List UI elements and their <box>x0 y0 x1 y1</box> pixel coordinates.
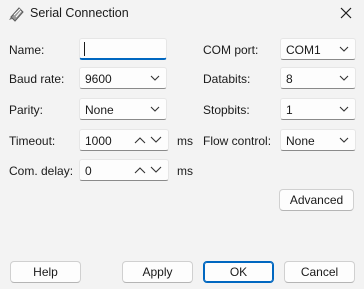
close-button[interactable] <box>330 0 364 28</box>
apply-button[interactable]: Apply <box>122 261 193 283</box>
name-label: Name: <box>9 43 45 57</box>
chevron-down-icon <box>150 106 160 112</box>
flow-control-value: None <box>286 134 315 148</box>
chevron-down-icon <box>339 137 349 143</box>
name-input[interactable] <box>79 38 167 60</box>
databits-value: 8 <box>286 72 293 86</box>
chevron-down-icon <box>339 46 349 52</box>
advanced-button[interactable]: Advanced <box>279 189 354 211</box>
text-caret <box>84 42 85 56</box>
chevron-down-icon[interactable] <box>150 136 162 144</box>
timeout-unit: ms <box>177 134 193 148</box>
com-delay-value: 0 <box>85 164 92 178</box>
close-icon <box>340 7 352 19</box>
window-title: Serial Connection <box>30 6 129 20</box>
com-port-label: COM port: <box>203 43 259 57</box>
chevron-down-icon <box>150 75 160 81</box>
serial-connection-icon <box>8 5 26 23</box>
baud-rate-select[interactable]: 9600 <box>79 67 167 89</box>
com-port-select[interactable]: COM1 <box>280 38 356 60</box>
chevron-up-icon[interactable] <box>134 166 146 174</box>
databits-select[interactable]: 8 <box>280 67 356 89</box>
stopbits-label: Stopbits: <box>203 103 250 117</box>
baud-rate-label: Baud rate: <box>9 72 65 86</box>
chevron-down-icon <box>339 106 349 112</box>
parity-label: Parity: <box>9 103 44 117</box>
chevron-down-icon[interactable] <box>150 166 162 174</box>
timeout-value: 1000 <box>85 134 112 148</box>
timeout-spinbox[interactable]: 1000 <box>79 129 169 151</box>
title-bar: Serial Connection <box>0 0 364 28</box>
chevron-down-icon <box>339 75 349 81</box>
databits-label: Databits: <box>203 72 251 86</box>
com-delay-label: Com. delay: <box>9 164 74 178</box>
stopbits-select[interactable]: 1 <box>280 98 356 120</box>
chevron-up-icon[interactable] <box>134 136 146 144</box>
stopbits-value: 1 <box>286 103 293 117</box>
com-delay-unit: ms <box>177 164 193 178</box>
parity-value: None <box>85 103 114 117</box>
cancel-button[interactable]: Cancel <box>284 261 355 283</box>
parity-select[interactable]: None <box>79 98 167 120</box>
flow-control-label: Flow control: <box>203 134 272 148</box>
timeout-label: Timeout: <box>9 134 56 148</box>
ok-button[interactable]: OK <box>203 261 274 283</box>
baud-rate-value: 9600 <box>85 72 112 86</box>
help-button[interactable]: Help <box>10 261 81 283</box>
com-port-value: COM1 <box>286 43 321 57</box>
com-delay-spinbox[interactable]: 0 <box>79 159 169 181</box>
flow-control-select[interactable]: None <box>280 129 356 151</box>
